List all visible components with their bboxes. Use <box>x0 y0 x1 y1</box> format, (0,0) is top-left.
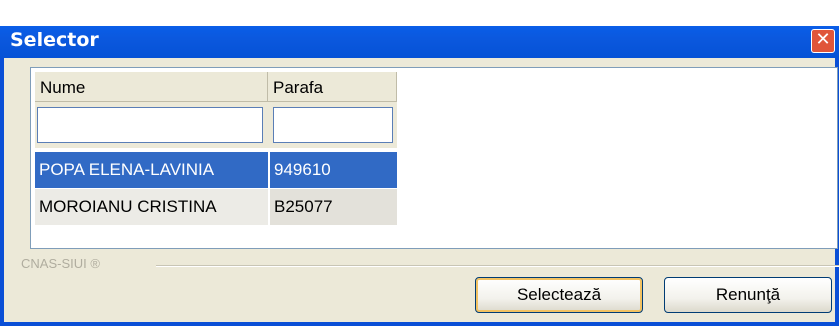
brand-label: CNAS-SIUI ® <box>21 256 100 271</box>
filter-parafa-input[interactable] <box>273 107 393 143</box>
grid-panel: Nume Parafa POPA ELENA-LAVINIA 949610 MO… <box>30 67 838 249</box>
window-title: Selector <box>10 29 99 51</box>
cell-parafa: B25077 <box>270 189 397 225</box>
title-bar[interactable]: Selector ✕ <box>0 26 839 58</box>
table-row[interactable]: MOROIANU CRISTINA B25077 <box>35 189 397 225</box>
select-button[interactable]: Selectează <box>475 277 643 313</box>
column-header-parafa[interactable]: Parafa <box>268 72 397 102</box>
column-header-nume[interactable]: Nume <box>35 72 268 102</box>
selector-window: Selector ✕ Nume Parafa POPA ELENA-LAVINI… <box>0 0 839 326</box>
filter-row <box>35 102 397 148</box>
cell-nume: POPA ELENA-LAVINIA <box>35 152 268 188</box>
filter-nume-input[interactable] <box>37 107 263 143</box>
cancel-button[interactable]: Renunţă <box>664 277 832 313</box>
table-row[interactable]: POPA ELENA-LAVINIA 949610 <box>35 152 397 188</box>
footer-divider <box>156 265 839 267</box>
close-icon[interactable]: ✕ <box>811 29 835 53</box>
cell-nume: MOROIANU CRISTINA <box>35 189 268 225</box>
cell-parafa: 949610 <box>270 152 397 188</box>
title-bar-area: Selector ✕ <box>0 0 839 58</box>
